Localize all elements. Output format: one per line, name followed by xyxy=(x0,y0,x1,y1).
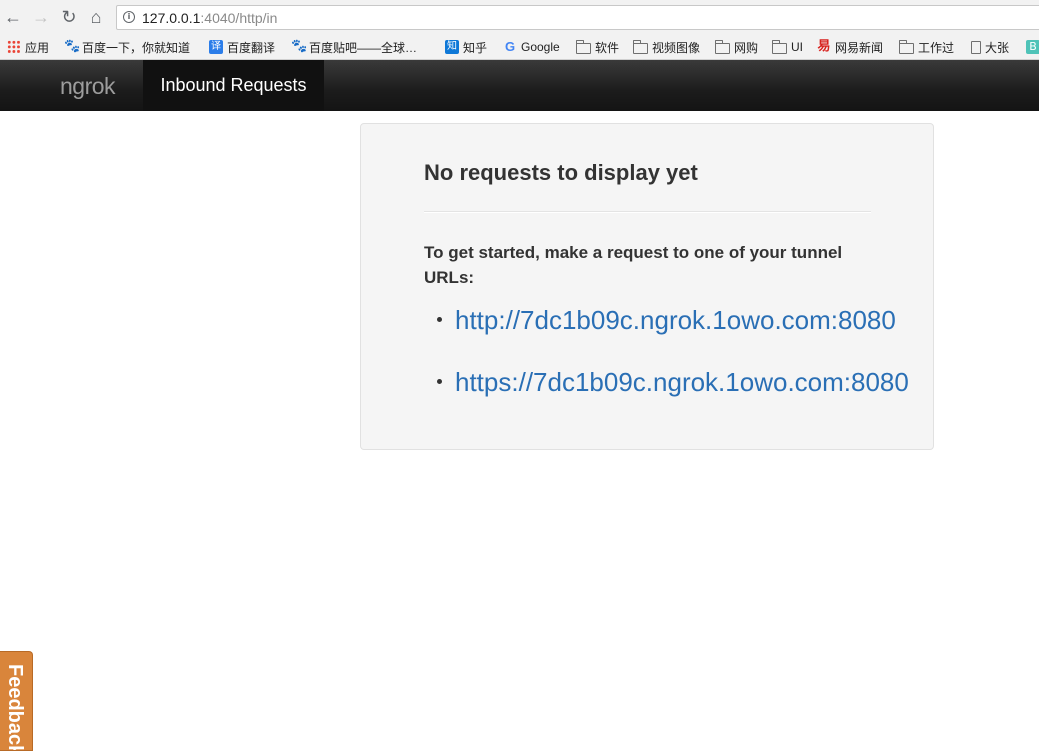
home-icon[interactable]: ⌂ xyxy=(85,6,107,28)
bookmark-folder-ui[interactable]: UI xyxy=(772,38,803,56)
apps-grid-icon xyxy=(7,40,21,54)
bookmark-label: 百度翻译 xyxy=(227,40,276,55)
bookmark-apps[interactable]: 应用 xyxy=(7,38,49,56)
bookmark-folder-worked[interactable]: 工作过 xyxy=(899,38,954,56)
bookmark-google[interactable]: G Google xyxy=(503,38,560,56)
getting-started-text: To get started, make a request to one of… xyxy=(424,243,843,287)
tunnel-url-link-https[interactable]: https://7dc1b09c.ngrok.1owo.com:8080 xyxy=(455,367,909,398)
feedback-button[interactable]: Feedback xyxy=(0,651,33,751)
folder-icon xyxy=(772,39,787,54)
baidu-translate-icon: 译 xyxy=(209,40,223,54)
reload-icon[interactable]: ↻ xyxy=(58,6,80,28)
bookmark-label: 百度一下，你就知道 xyxy=(82,40,191,55)
bookmark-label: UI xyxy=(791,40,803,54)
ngrok-navbar: ngrok Inbound Requests xyxy=(0,60,1039,111)
site-info-icon[interactable]: i xyxy=(123,11,135,23)
bookmark-folder-software[interactable]: 软件 xyxy=(576,38,619,56)
bookmark-app-icon: B xyxy=(1026,40,1039,54)
back-arrow-icon[interactable]: ← xyxy=(2,6,24,28)
browser-toolbar: ← → ↻ ⌂ i 127.0.0.1:4040/http/in xyxy=(0,0,1039,35)
folder-icon xyxy=(576,39,591,54)
brand-logo[interactable]: ngrok xyxy=(60,73,116,100)
bookmark-zhihu[interactable]: 知 知乎 xyxy=(445,38,487,56)
forward-arrow-icon[interactable]: → xyxy=(30,6,52,28)
bookmark-baidu[interactable]: 🐾 百度一下，你就知道 xyxy=(64,38,190,56)
bullet-icon xyxy=(437,317,442,322)
feedback-label: Feedback xyxy=(4,664,26,751)
bookmark-label: Google xyxy=(521,40,560,54)
list-item: https://7dc1b09c.ngrok.1owo.com:8080 xyxy=(424,366,909,428)
url-host: 127.0.0.1 xyxy=(142,10,201,26)
bullet-icon xyxy=(437,379,442,384)
bookmark-label: 应用 xyxy=(25,40,50,55)
bookmark-folder-video[interactable]: 视频图像 xyxy=(633,38,700,56)
netease-icon: 易 xyxy=(817,39,831,54)
list-item: http://7dc1b09c.ngrok.1owo.com:8080 xyxy=(424,304,896,366)
address-url[interactable]: 127.0.0.1:4040/http/in xyxy=(142,10,277,26)
bookmark-label: 网易新闻 xyxy=(835,40,884,55)
bookmark-overflow[interactable]: B xyxy=(1026,38,1039,56)
bookmark-label: 视频图像 xyxy=(652,40,701,55)
bookmark-label: 百度贴吧——全球… xyxy=(309,40,418,55)
bookmarks-bar: 应用 🐾 百度一下，你就知道 译 百度翻译 🐾 百度贴吧——全球… 知 知乎 G… xyxy=(0,35,1039,60)
google-icon: G xyxy=(504,39,516,54)
url-path: :4040/http/in xyxy=(200,10,278,26)
tunnel-url-list: http://7dc1b09c.ngrok.1owo.com:8080 http… xyxy=(424,304,909,428)
folder-icon xyxy=(715,39,730,54)
bookmark-label: 软件 xyxy=(595,40,620,55)
bookmark-folder-shopping[interactable]: 网购 xyxy=(715,38,758,56)
zhihu-icon: 知 xyxy=(445,40,459,54)
bookmark-label: 知乎 xyxy=(463,40,488,55)
bookmark-label: 网购 xyxy=(734,40,759,55)
address-bar[interactable]: i 127.0.0.1:4040/http/in xyxy=(116,5,1039,30)
folder-icon xyxy=(899,39,914,54)
bookmark-baidu-tieba[interactable]: 🐾 百度贴吧——全球… xyxy=(291,38,417,56)
baidu-paw-icon: 🐾 xyxy=(291,39,308,54)
bookmark-label: 工作过 xyxy=(918,40,955,55)
bookmark-baidu-translate[interactable]: 译 百度翻译 xyxy=(209,38,275,56)
folder-icon xyxy=(633,39,648,54)
page-icon xyxy=(971,40,981,54)
bookmark-netease-news[interactable]: 易 网易新闻 xyxy=(817,38,883,56)
empty-state-panel: No requests to display yet To get starte… xyxy=(360,123,934,450)
divider xyxy=(424,211,871,213)
tunnel-url-link-http[interactable]: http://7dc1b09c.ngrok.1owo.com:8080 xyxy=(455,305,896,336)
bookmark-dazhang[interactable]: 大张 xyxy=(971,38,1009,56)
baidu-paw-icon: 🐾 xyxy=(64,39,81,54)
empty-state-heading: No requests to display yet xyxy=(424,160,698,185)
tab-inbound-requests[interactable]: Inbound Requests xyxy=(143,60,324,111)
bookmark-label: 大张 xyxy=(985,40,1010,55)
